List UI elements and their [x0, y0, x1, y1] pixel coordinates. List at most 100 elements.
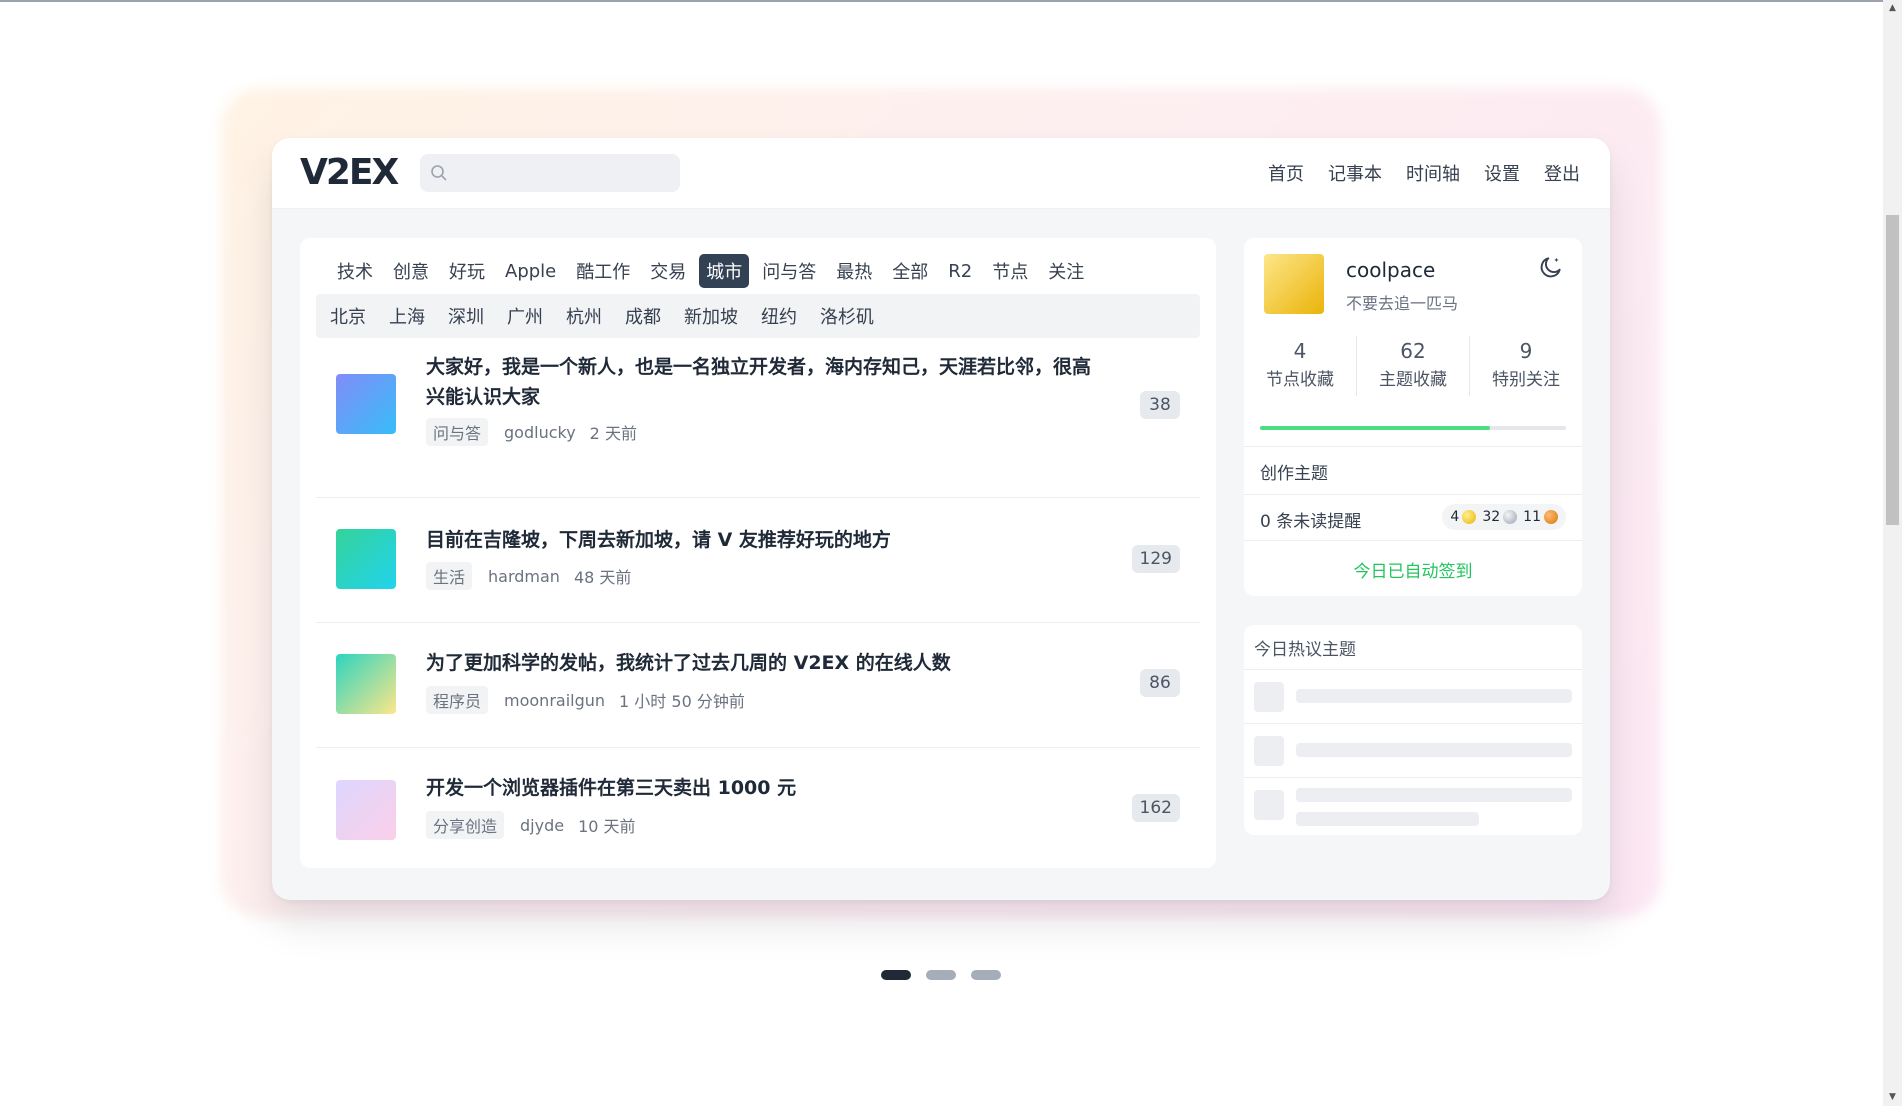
- user-stats: 4 节点收藏 62 主题收藏 9 特别关注: [1244, 336, 1582, 396]
- activity-progress: [1260, 426, 1566, 430]
- notifications-row: 0 条未读提醒 4 32 11: [1244, 494, 1582, 541]
- subtab-newyork[interactable]: 纽约: [761, 303, 797, 329]
- topic-item: 目前在吉隆坡，下周去新加坡，请 V 友推荐好玩的地方 生活 hardman 48…: [316, 497, 1200, 623]
- gold-coin-icon: [1462, 510, 1477, 524]
- stat-topic-favs[interactable]: 62 主题收藏: [1357, 336, 1470, 396]
- city-subtabs: 北京 上海 深圳 广州 杭州 成都 新加坡 纽约 洛杉矶: [316, 294, 1200, 338]
- nav-notes[interactable]: 记事本: [1328, 160, 1382, 186]
- nav-logout[interactable]: 登出: [1544, 160, 1580, 186]
- topic-title[interactable]: 开发一个浏览器插件在第三天卖出 1000 元: [426, 773, 1106, 803]
- topic-item: 开发一个浏览器插件在第三天卖出 1000 元 分享创造 djyde 10 天前 …: [316, 747, 1200, 868]
- tab-qna[interactable]: 问与答: [755, 254, 823, 288]
- preview-card: V2EX 首页 记事本 时间轴 设置 登出 技术 创意 好玩 Apple 酷工作…: [272, 138, 1610, 900]
- user-avatar[interactable]: [1264, 254, 1324, 314]
- topic-meta: 问与答 godlucky 2 天前: [426, 418, 637, 446]
- coin-balance[interactable]: 4 32 11: [1442, 504, 1566, 530]
- stat-following[interactable]: 9 特别关注: [1470, 336, 1582, 396]
- carousel-dot-1[interactable]: [881, 970, 911, 980]
- skeleton-line: [1296, 689, 1572, 703]
- topic-avatar[interactable]: [336, 374, 396, 434]
- subtab-singapore[interactable]: 新加坡: [684, 303, 738, 329]
- subtab-hangzhou[interactable]: 杭州: [566, 303, 602, 329]
- topic-meta: 生活 hardman 48 天前: [426, 562, 631, 590]
- progress-fill: [1260, 426, 1490, 430]
- topic-author[interactable]: moonrailgun: [504, 691, 605, 710]
- topic-node[interactable]: 分享创造: [426, 811, 505, 839]
- hot-topic-placeholder: [1244, 777, 1582, 836]
- topic-meta: 分享创造 djyde 10 天前: [426, 811, 636, 839]
- topic-author[interactable]: godlucky: [504, 423, 576, 442]
- scrollbar-thumb[interactable]: [1886, 215, 1899, 525]
- username[interactable]: coolpace: [1346, 258, 1435, 282]
- tab-following[interactable]: 关注: [1041, 254, 1091, 288]
- subtab-guangzhou[interactable]: 广州: [507, 303, 543, 329]
- topic-author[interactable]: djyde: [520, 816, 564, 835]
- topic-item: 大家好，我是一个新人，也是一名独立开发者，海内存知己，天涯若比邻，很高兴能认识大…: [316, 342, 1200, 498]
- nav-settings[interactable]: 设置: [1484, 160, 1520, 186]
- hot-topics-title: 今日热议主题: [1254, 640, 1356, 660]
- nav-home[interactable]: 首页: [1268, 160, 1304, 186]
- tab-all[interactable]: 全部: [885, 254, 935, 288]
- create-topic-row[interactable]: 创作主题: [1244, 446, 1582, 495]
- skeleton-line: [1296, 743, 1572, 757]
- topic-title[interactable]: 为了更加科学的发帖，我统计了过去几周的 V2EX 的在线人数: [426, 648, 1106, 678]
- carousel-dot-2[interactable]: [926, 970, 956, 980]
- search-icon: [431, 165, 447, 181]
- skeleton-line: [1296, 812, 1479, 826]
- topic-time: 1 小时 50 分钟前: [619, 692, 745, 711]
- scroll-up-icon[interactable]: ▲: [1883, 0, 1902, 17]
- subtab-chengdu[interactable]: 成都: [625, 303, 661, 329]
- moon-icon[interactable]: [1538, 254, 1564, 280]
- topic-avatar[interactable]: [336, 529, 396, 589]
- subtab-shenzhen[interactable]: 深圳: [448, 303, 484, 329]
- nav-timeline[interactable]: 时间轴: [1406, 160, 1460, 186]
- page-scrollbar[interactable]: ▲ ▼: [1883, 0, 1902, 1106]
- subtab-shanghai[interactable]: 上海: [389, 303, 425, 329]
- unread-notifications[interactable]: 0 条未读提醒: [1260, 507, 1361, 532]
- gold-count: 4: [1450, 509, 1460, 525]
- topic-title[interactable]: 目前在吉隆坡，下周去新加坡，请 V 友推荐好玩的地方: [426, 525, 1106, 555]
- bronze-coin-icon: [1544, 510, 1558, 524]
- tab-city[interactable]: 城市: [699, 254, 750, 288]
- create-topic-link[interactable]: 创作主题: [1260, 459, 1328, 484]
- tab-hot[interactable]: 最热: [829, 254, 879, 288]
- topic-avatar[interactable]: [336, 780, 396, 840]
- silver-count: 32: [1482, 509, 1501, 525]
- tab-jobs[interactable]: 酷工作: [569, 254, 637, 288]
- reply-count[interactable]: 86: [1140, 669, 1180, 697]
- window-top-border: [0, 0, 1883, 2]
- stat-num: 62: [1400, 339, 1426, 363]
- category-tabs: 技术 创意 好玩 Apple 酷工作 交易 城市 问与答 最热 全部 R2 节点…: [330, 254, 1097, 288]
- tab-deals[interactable]: 交易: [643, 254, 693, 288]
- topic-meta: 程序员 moonrailgun 1 小时 50 分钟前: [426, 686, 745, 714]
- topic-node[interactable]: 问与答: [426, 418, 489, 446]
- tab-apple[interactable]: Apple: [498, 257, 563, 286]
- topic-avatar[interactable]: [336, 654, 396, 714]
- topic-item: 为了更加科学的发帖，我统计了过去几周的 V2EX 的在线人数 程序员 moonr…: [316, 622, 1200, 748]
- topic-node[interactable]: 程序员: [426, 686, 489, 714]
- tab-r2[interactable]: R2: [941, 257, 979, 286]
- hot-topic-placeholder: [1244, 723, 1582, 778]
- search-box[interactable]: [420, 154, 680, 192]
- hot-topic-placeholder: [1244, 669, 1582, 724]
- tab-play[interactable]: 好玩: [442, 254, 492, 288]
- carousel-dot-3[interactable]: [971, 970, 1001, 980]
- subtab-beijing[interactable]: 北京: [330, 303, 366, 329]
- reply-count[interactable]: 38: [1140, 391, 1180, 419]
- topic-title[interactable]: 大家好，我是一个新人，也是一名独立开发者，海内存知己，天涯若比邻，很高兴能认识大…: [426, 352, 1106, 412]
- tab-nodes[interactable]: 节点: [985, 254, 1035, 288]
- tab-creative[interactable]: 创意: [386, 254, 436, 288]
- tab-tech[interactable]: 技术: [330, 254, 380, 288]
- topic-node[interactable]: 生活: [426, 562, 473, 590]
- subtab-losangeles[interactable]: 洛杉矶: [820, 303, 874, 329]
- stat-node-favs[interactable]: 4 节点收藏: [1244, 336, 1357, 396]
- reply-count[interactable]: 129: [1131, 545, 1180, 573]
- stat-label: 节点收藏: [1266, 370, 1334, 390]
- reply-count[interactable]: 162: [1131, 794, 1180, 822]
- user-panel: coolpace 不要去追一匹马 4 节点收藏 62 主题收藏 9 特别关注 创…: [1244, 238, 1582, 596]
- topic-author[interactable]: hardman: [488, 567, 560, 586]
- site-logo[interactable]: V2EX: [300, 152, 399, 193]
- scroll-down-icon[interactable]: ▼: [1883, 1089, 1902, 1106]
- topic-time: 2 天前: [589, 424, 637, 443]
- skeleton-avatar: [1254, 736, 1284, 766]
